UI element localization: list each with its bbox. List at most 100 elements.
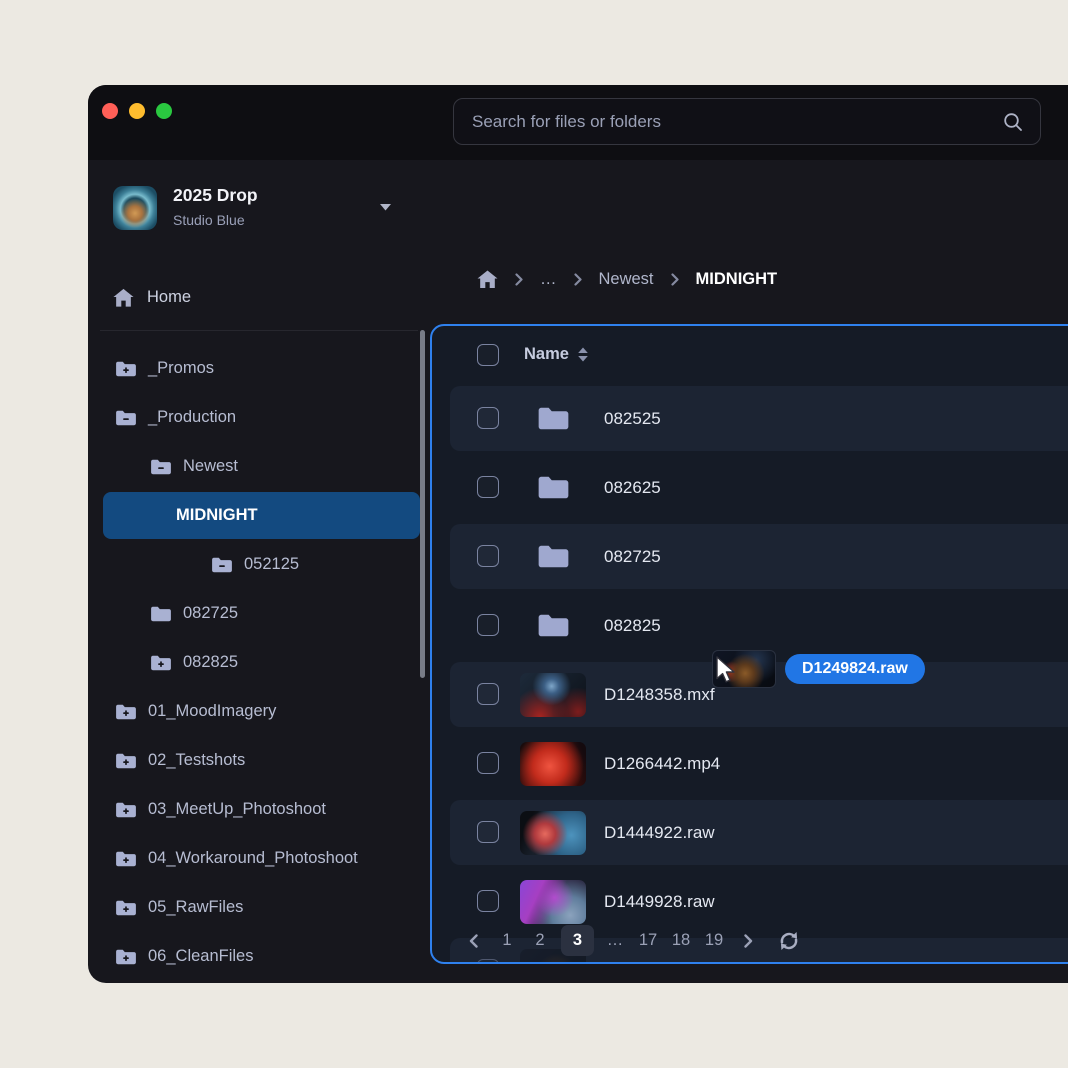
folder-icon (115, 752, 137, 770)
file-name: D1449928.raw (604, 892, 715, 912)
row-checkbox[interactable] (477, 683, 499, 705)
file-name: 082625 (604, 478, 661, 498)
folder-plus-icon (150, 654, 172, 672)
sidebar-item-label: 082725 (183, 604, 238, 623)
file-name: 082725 (604, 547, 661, 567)
search-placeholder: Search for files or folders (472, 112, 1002, 132)
file-row[interactable]: 082625 (432, 453, 1068, 522)
next-page-button[interactable] (735, 925, 761, 956)
sidebar-item-label: MIDNIGHT (176, 506, 258, 525)
sidebar-tree-item-midnight[interactable]: MIDNIGHT (88, 491, 430, 540)
workspace-avatar (113, 186, 157, 230)
sidebar-tree-item--promos[interactable]: _Promos (88, 344, 430, 393)
workspace-switcher[interactable]: 2025 Drop Studio Blue (88, 181, 430, 235)
sidebar-item-label: 02_Testshots (148, 751, 245, 770)
app-window: Search for files or folders 2025 Drop St… (88, 85, 1068, 983)
minimize-window-button[interactable] (129, 103, 145, 119)
pagination-page-1[interactable]: 1 (495, 925, 519, 956)
pagination-ellipsis: … (603, 925, 627, 956)
pagination-page-3[interactable]: 3 (561, 925, 594, 956)
breadcrumb-home-icon[interactable] (477, 270, 498, 289)
folder-plus-icon (115, 948, 137, 966)
folder-icon (150, 654, 172, 672)
file-thumbnail (520, 673, 586, 717)
zoom-window-button[interactable] (156, 103, 172, 119)
sidebar-tree-item-02-testshots[interactable]: 02_Testshots (88, 736, 430, 785)
folder-icon (115, 360, 137, 378)
workspace-subtitle: Studio Blue (173, 212, 245, 228)
sidebar-scrollbar[interactable] (420, 330, 425, 678)
sort-icon (577, 347, 589, 362)
sidebar-tree-item-06-cleanfiles[interactable]: 06_CleanFiles (88, 932, 430, 981)
pagination-page-19[interactable]: 19 (702, 925, 726, 956)
breadcrumb-chevron-icon (574, 273, 582, 286)
sidebar-tree-item-082725[interactable]: 082725 (88, 589, 430, 638)
sidebar-item-label: 03_MeetUp_Photoshoot (148, 800, 326, 819)
close-window-button[interactable] (102, 103, 118, 119)
name-column-label: Name (524, 345, 569, 364)
folder-plus-icon (115, 899, 137, 917)
sidebar-tree-item--production[interactable]: _Production (88, 393, 430, 442)
file-name: D1444922.raw (604, 823, 715, 843)
refresh-icon[interactable] (778, 930, 800, 952)
row-checkbox[interactable] (477, 959, 499, 964)
sidebar-tree-item-052125[interactable]: 052125 (88, 540, 430, 589)
row-checkbox[interactable] (477, 407, 499, 429)
folder-plus-icon (115, 801, 137, 819)
search-input[interactable]: Search for files or folders (453, 98, 1041, 145)
folder-icon (150, 605, 172, 623)
name-column-header[interactable]: Name (524, 345, 589, 364)
main-content: … Newest MIDNIGHT Name (430, 160, 1068, 983)
sidebar-tree-item-03-meetup-photoshoot[interactable]: 03_MeetUp_Photoshoot (88, 785, 430, 834)
sidebar-item-home[interactable]: Home (88, 273, 430, 322)
sidebar-folder-tree: _Promos _Production Newest MIDNIGHT 0521… (88, 344, 430, 981)
folder-icon (115, 409, 137, 427)
row-checkbox[interactable] (477, 545, 499, 567)
breadcrumb-segment-current: MIDNIGHT (696, 270, 778, 289)
file-thumbnail (520, 742, 586, 786)
row-checkbox[interactable] (477, 752, 499, 774)
sidebar-item-label: Newest (183, 457, 238, 476)
folder-icon (537, 543, 570, 570)
file-thumbnail (520, 880, 586, 924)
folder-icon (115, 899, 137, 917)
file-thumbnail (520, 811, 586, 855)
pagination-page-18[interactable]: 18 (669, 925, 693, 956)
folder-icon (537, 405, 570, 432)
file-name: D1266442.mp4 (604, 754, 720, 774)
folder-icon (211, 556, 233, 574)
previous-page-button[interactable] (460, 925, 486, 956)
sidebar-item-label: 06_CleanFiles (148, 947, 253, 966)
search-icon (1002, 111, 1024, 133)
row-checkbox[interactable] (477, 821, 499, 843)
select-all-checkbox[interactable] (477, 344, 499, 366)
file-row[interactable]: D1444922.raw (432, 798, 1068, 867)
sidebar-tree-item-082825[interactable]: 082825 (88, 638, 430, 687)
file-row[interactable]: 082725 (432, 522, 1068, 591)
sidebar-tree-item-newest[interactable]: Newest (88, 442, 430, 491)
row-checkbox[interactable] (477, 890, 499, 912)
dragged-file-name-pill: D1249824.raw (785, 654, 925, 684)
breadcrumb-segment[interactable]: … (540, 270, 557, 289)
row-checkbox[interactable] (477, 476, 499, 498)
sidebar-tree-item-01-moodimagery[interactable]: 01_MoodImagery (88, 687, 430, 736)
row-checkbox[interactable] (477, 614, 499, 636)
sidebar-item-label: 082825 (183, 653, 238, 672)
pagination-page-2[interactable]: 2 (528, 925, 552, 956)
file-row[interactable]: D1266442.mp4 (432, 729, 1068, 798)
folder-minus-icon (150, 458, 172, 476)
sidebar-item-label: _Promos (148, 359, 214, 378)
pagination-page-17[interactable]: 17 (636, 925, 660, 956)
sidebar-tree-item-05-rawfiles[interactable]: 05_RawFiles (88, 883, 430, 932)
file-name: D1248358.mxf (604, 685, 715, 705)
sidebar-divider (100, 330, 418, 331)
drag-ghost: D1249824.raw (712, 650, 925, 688)
mouse-cursor (715, 656, 739, 684)
chevron-down-icon[interactable] (379, 203, 392, 211)
breadcrumb-segment[interactable]: Newest (599, 270, 654, 289)
folder-icon (537, 474, 570, 501)
file-list-drop-zone[interactable]: Name 082525 082625 (430, 324, 1068, 964)
file-row[interactable]: 082525 (432, 384, 1068, 453)
sidebar-tree-item-04-workaround-photoshoot[interactable]: 04_Workaround_Photoshoot (88, 834, 430, 883)
folder-icon (115, 850, 137, 868)
